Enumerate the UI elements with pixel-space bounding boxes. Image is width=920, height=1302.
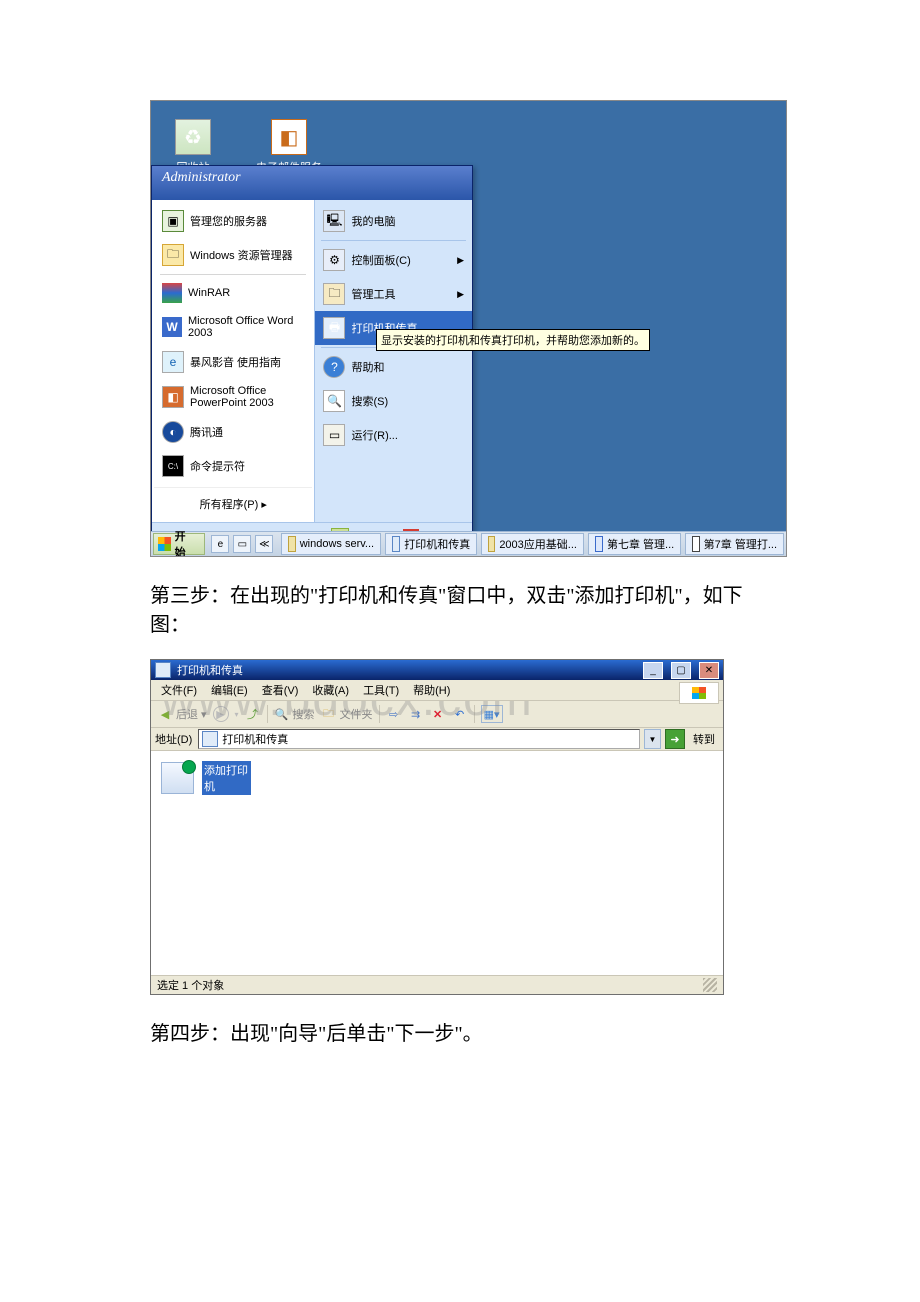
computer-icon: 🖳 (323, 210, 345, 232)
window-titlebar: 打印机和传真 _ ▢ ✕ (151, 660, 723, 680)
address-label: 地址(D) (155, 731, 194, 747)
help-icon: ? (323, 356, 345, 378)
undo-icon[interactable]: ↶ (452, 706, 468, 722)
rtx-icon: ◐ (162, 421, 184, 443)
step3-text: 第三步：在出现的"打印机和传真"窗口中，双击"添加打印机"，如下图： (150, 579, 770, 637)
start-menu-left: ▣ 管理您的服务器 🗀 Windows 资源管理器 WinRAR W Mi (152, 200, 314, 522)
toolbar: ◀后退 ▾ ▶▾ ⤴ 🔍搜索 🗀文件夹 ⇨ ⇉ ✕ ↶ ▦▾ (151, 701, 723, 728)
minimize-button[interactable]: _ (643, 662, 663, 679)
ie-icon: e (162, 351, 184, 373)
run-icon: ▭ (323, 424, 345, 446)
start-button[interactable]: 开始 (153, 533, 205, 555)
up-button[interactable]: ⤴ (245, 706, 261, 722)
go-label: 转到 (689, 731, 719, 747)
server-icon: ▣ (162, 210, 184, 232)
winrar[interactable]: WinRAR (154, 277, 312, 309)
screenshot-start-menu: ♻ 回收站 ◧ 电子邮件服务 Administrator ▣ 管理您的服务器 🗀 (150, 100, 787, 557)
address-bar: 地址(D) 打印机和传真 ▼ ➜ 转到 (151, 728, 723, 751)
baofeng-guide[interactable]: e 暴风影音 使用指南 (154, 345, 312, 379)
folder-icon: 🗀 (162, 244, 184, 266)
printer-icon: 🖶 (323, 317, 345, 339)
menu-favorites[interactable]: 收藏(A) (306, 680, 355, 700)
folder-icon (288, 536, 295, 552)
command-prompt[interactable]: C:\ 命令提示符 (154, 449, 312, 483)
all-programs[interactable]: 所有程序(P) ▸ (154, 487, 312, 518)
windows-flag-icon (679, 682, 719, 704)
powerpoint-icon: ◧ (162, 386, 184, 408)
help-and-support[interactable]: ? 帮助和 (315, 350, 472, 384)
taskbar-item-windows-server[interactable]: windows serv... (281, 533, 381, 555)
control-panel-icon: ⚙ (323, 249, 345, 271)
folder-icon (488, 536, 495, 552)
my-computer[interactable]: 🖳 我的电脑 (315, 204, 472, 238)
screenshot-printers-window: www.bdocx.com 打印机和传真 _ ▢ ✕ 文件(F) 编辑(E) 查… (150, 659, 724, 995)
folders-button[interactable]: 🗀文件夹 (321, 706, 373, 722)
ie-quicklaunch-icon[interactable]: e (211, 535, 229, 553)
address-value: 打印机和传真 (222, 731, 288, 747)
go-button[interactable]: ➜ (665, 729, 685, 749)
add-printer-item[interactable]: 添加打印机 (161, 761, 251, 795)
winrar-icon (162, 283, 182, 303)
printer-icon (155, 662, 171, 678)
search-button[interactable]: 🔍搜索 (274, 706, 315, 722)
resize-grip-icon[interactable] (703, 978, 717, 992)
ms-word-2003[interactable]: W Microsoft Office Word 2003 (154, 309, 312, 345)
start-menu-user: Administrator (152, 166, 472, 200)
quick-launch: e ▭ ≪ (205, 535, 279, 553)
windows-explorer[interactable]: 🗀 Windows 资源管理器 (154, 238, 312, 272)
admin-tools-icon: 🗀 (323, 283, 345, 305)
media-quicklaunch-icon[interactable]: ≪ (255, 535, 273, 553)
views-button[interactable]: ▦▾ (481, 705, 503, 723)
chevron-right-icon: ▶ (457, 289, 464, 300)
windows-flag-icon (158, 537, 171, 551)
printer-icon (392, 536, 400, 552)
address-dropdown[interactable]: ▼ (644, 729, 661, 749)
menu-view[interactable]: 查看(V) (256, 680, 305, 700)
manage-your-server[interactable]: ▣ 管理您的服务器 (154, 204, 312, 238)
control-panel[interactable]: ⚙ 控制面板(C) ▶ (315, 243, 472, 277)
window-body: 添加打印机 (151, 751, 723, 975)
admin-tools[interactable]: 🗀 管理工具 ▶ (315, 277, 472, 311)
menu-help[interactable]: 帮助(H) (407, 680, 456, 700)
run[interactable]: ▭ 运行(R)... (315, 418, 472, 452)
step4-text: 第四步：出现"向导"后单击"下一步"。 (150, 1017, 770, 1046)
desktop-quicklaunch-icon[interactable]: ▭ (233, 535, 251, 553)
add-printer-label: 添加打印机 (202, 761, 251, 795)
chevron-right-icon: ▶ (457, 255, 464, 266)
doc-icon (692, 536, 699, 552)
close-button[interactable]: ✕ (699, 662, 719, 679)
taskbar-item-2003-base[interactable]: 2003应用基础... (481, 533, 584, 555)
printer-icon (202, 731, 218, 747)
status-text: 选定 1 个对象 (157, 977, 224, 993)
word-icon: W (162, 317, 182, 337)
menu-tools[interactable]: 工具(T) (357, 680, 405, 700)
taskbar-item-printers[interactable]: 打印机和传真 (385, 533, 477, 555)
menu-edit[interactable]: 编辑(E) (205, 680, 254, 700)
start-menu-right: 🖳 我的电脑 ⚙ 控制面板(C) ▶ 🗀 管理工具 ▶ (314, 200, 472, 522)
address-field[interactable]: 打印机和传真 (198, 729, 640, 749)
printers-tooltip: 显示安装的打印机和传真打印机，并帮助您添加新的。 (376, 329, 650, 351)
taskbar: 开始 e ▭ ≪ windows serv... 打印机和传真 2003应用基础… (151, 531, 786, 556)
menu-file[interactable]: 文件(F) (155, 680, 203, 700)
maximize-button[interactable]: ▢ (671, 662, 691, 679)
taskbar-item-chapter7[interactable]: 第7章 管理打... (685, 533, 784, 555)
ms-powerpoint-2003[interactable]: ◧ Microsoft Office PowerPoint 2003 (154, 379, 312, 415)
menubar: 文件(F) 编辑(E) 查看(V) 收藏(A) 工具(T) 帮助(H) (151, 680, 723, 701)
search[interactable]: 🔍 搜索(S) (315, 384, 472, 418)
word-doc-icon (595, 536, 603, 552)
cmd-icon: C:\ (162, 455, 184, 477)
window-title: 打印机和传真 (177, 662, 243, 678)
add-printer-icon (161, 762, 194, 794)
start-menu: Administrator ▣ 管理您的服务器 🗀 Windows 资源管理器 (151, 165, 473, 552)
move-to-icon[interactable]: ⇨ (386, 706, 402, 722)
search-icon: 🔍 (323, 390, 345, 412)
forward-button: ▶ (213, 706, 229, 722)
delete-icon[interactable]: ✕ (430, 706, 446, 722)
back-button[interactable]: ◀后退 ▾ (157, 706, 207, 722)
tencent-rtx[interactable]: ◐ 腾讯通 (154, 415, 312, 449)
status-bar: 选定 1 个对象 (151, 975, 723, 994)
taskbar-item-chapter7-doc[interactable]: 第七章 管理... (588, 533, 681, 555)
copy-to-icon[interactable]: ⇉ (408, 706, 424, 722)
